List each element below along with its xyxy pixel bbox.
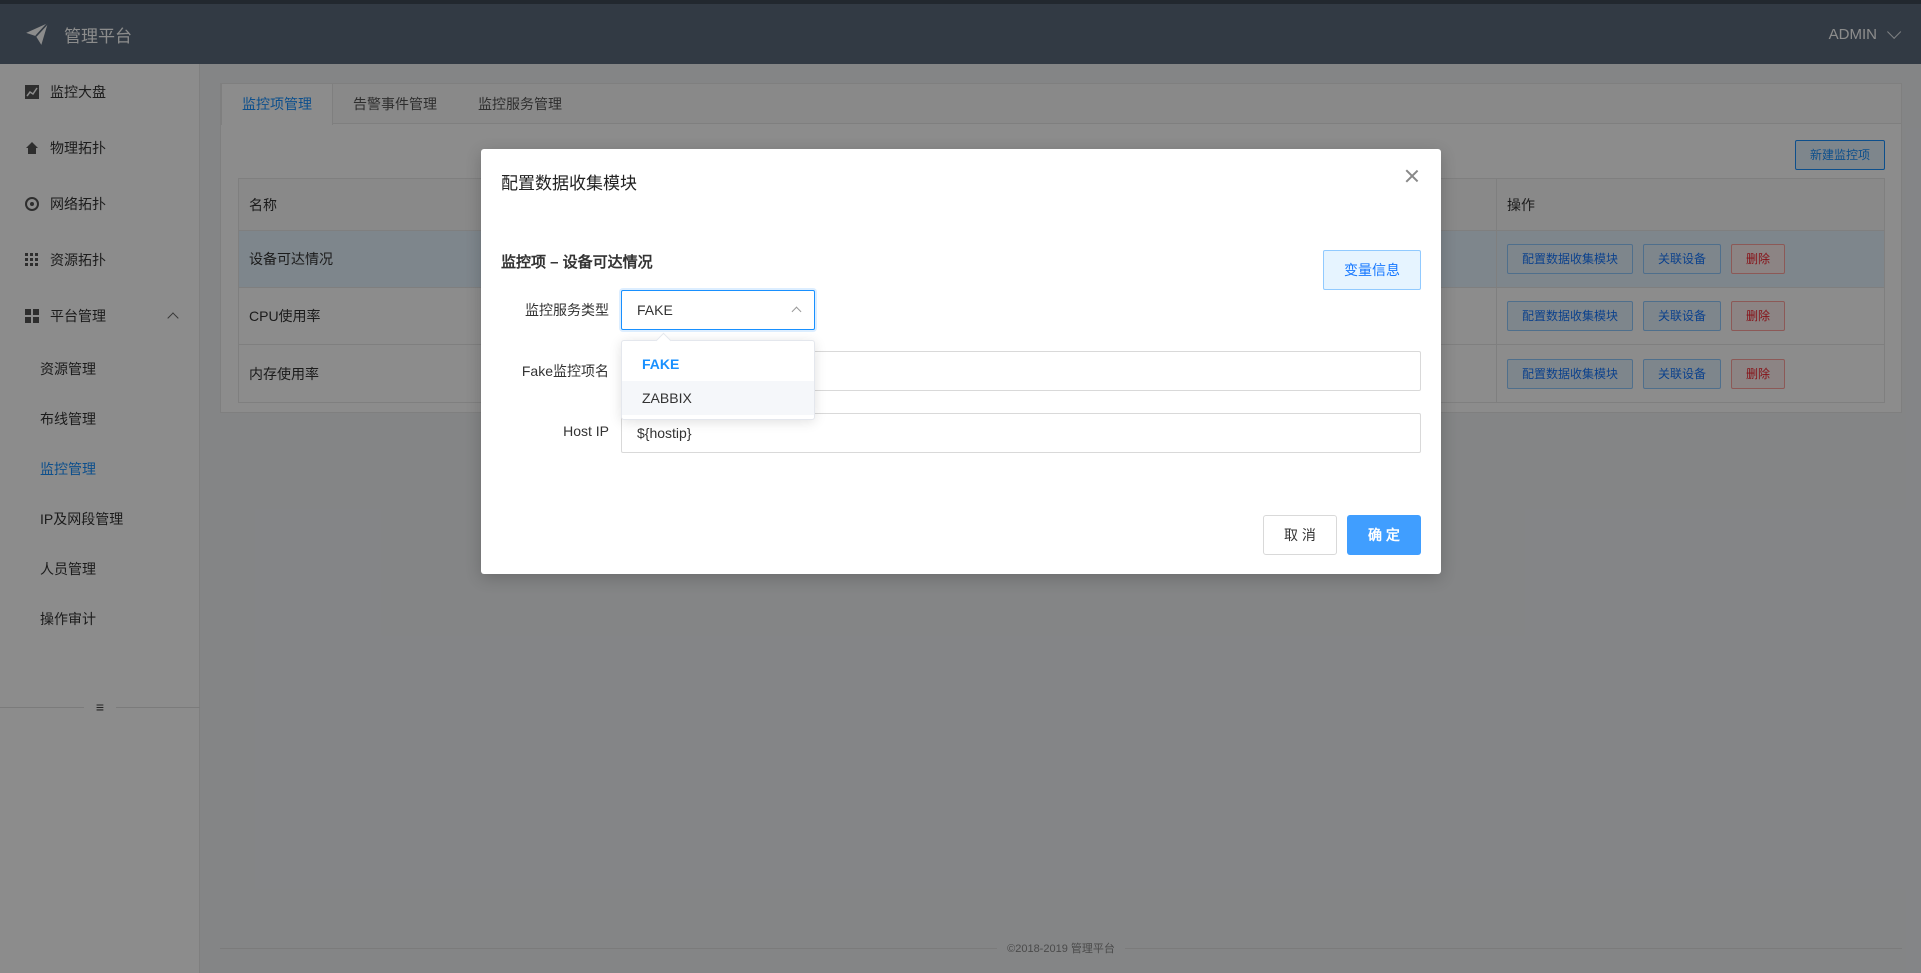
service-type-label: 监控服务类型 xyxy=(525,302,609,318)
service-type-dropdown: FAKE ZABBIX xyxy=(621,340,815,420)
host-ip-label: Host IP xyxy=(563,423,609,439)
section-title: 监控项 – 设备可达情况 xyxy=(501,254,653,271)
chevron-up-icon xyxy=(791,306,802,317)
fake-item-label: Fake监控项名 xyxy=(521,363,609,379)
service-type-select[interactable]: FAKE xyxy=(621,290,815,330)
variable-info-button[interactable]: 变量信息 xyxy=(1323,250,1421,290)
dropdown-option-zabbix[interactable]: ZABBIX xyxy=(622,381,814,415)
cancel-button[interactable]: 取 消 xyxy=(1263,515,1337,555)
dropdown-option-fake[interactable]: FAKE xyxy=(622,347,814,381)
config-modal: 配置数据收集模块 监控项 – 设备可达情况 变量信息 监控服务类型 FAKE F… xyxy=(481,149,1441,574)
modal-title: 配置数据收集模块 xyxy=(501,174,637,193)
service-type-value: FAKE xyxy=(637,302,673,318)
close-icon[interactable] xyxy=(1405,169,1419,183)
confirm-button[interactable]: 确 定 xyxy=(1347,515,1421,555)
